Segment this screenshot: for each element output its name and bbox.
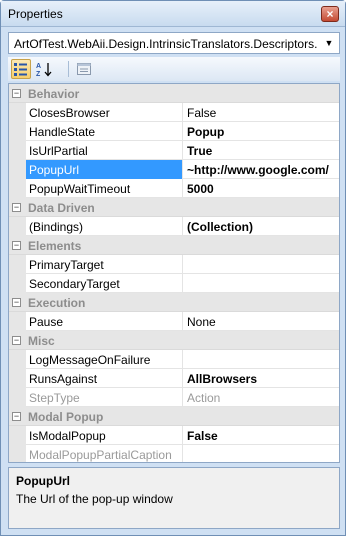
row-gutter [9, 350, 26, 369]
svg-text:Z: Z [36, 71, 41, 78]
window-title: Properties [8, 7, 63, 21]
category-label: Modal Popup [28, 410, 104, 424]
collapse-icon[interactable]: − [12, 241, 21, 250]
collapse-icon[interactable]: − [12, 89, 21, 98]
property-row[interactable]: ModalPopupPartialCaption [9, 445, 339, 462]
category-row[interactable]: − Elements [9, 236, 339, 255]
title-bar[interactable]: Properties × [1, 1, 345, 27]
property-row[interactable]: ClosesBrowser False [9, 103, 339, 122]
row-gutter [9, 445, 26, 462]
row-gutter [9, 103, 26, 122]
description-title: PopupUrl [16, 474, 70, 488]
property-value[interactable] [184, 255, 339, 274]
row-gutter [9, 255, 26, 274]
category-row[interactable]: − Modal Popup [9, 407, 339, 426]
property-value[interactable]: False [184, 103, 339, 122]
property-name[interactable]: ModalPopupPartialCaption [26, 445, 183, 462]
property-value[interactable]: AllBrowsers [184, 369, 339, 388]
property-row[interactable]: HandleState Popup [9, 122, 339, 141]
chevron-down-icon[interactable]: ▼ [321, 35, 337, 51]
property-name[interactable]: (Bindings) [26, 217, 183, 236]
property-value[interactable]: None [184, 312, 339, 331]
category-label: Behavior [28, 87, 80, 101]
property-row[interactable]: IsModalPopup False [9, 426, 339, 445]
property-row[interactable]: Pause None [9, 312, 339, 331]
property-name[interactable]: IsModalPopup [26, 426, 183, 445]
row-gutter [9, 369, 26, 388]
collapse-icon[interactable]: − [12, 203, 21, 212]
row-gutter [9, 388, 26, 407]
row-gutter [9, 141, 26, 160]
property-value[interactable] [184, 350, 339, 369]
row-gutter [9, 160, 26, 179]
row-gutter [9, 426, 26, 445]
object-selector-value: ArtOfTest.WebAii.Design.IntrinsicTransla… [14, 37, 317, 51]
properties-window: Properties × ArtOfTest.WebAii.Design.Int… [0, 0, 346, 536]
property-row[interactable]: PopupWaitTimeout 5000 [9, 179, 339, 198]
property-name[interactable]: ClosesBrowser [26, 103, 183, 122]
property-row[interactable]: LogMessageOnFailure [9, 350, 339, 369]
category-row[interactable]: − Execution [9, 293, 339, 312]
svg-text:A: A [36, 63, 41, 70]
description-panel: PopupUrl The Url of the pop-up window [8, 467, 340, 529]
row-gutter [9, 122, 26, 141]
property-name[interactable]: PopupWaitTimeout [26, 179, 183, 198]
property-grid: − Behavior ClosesBrowser False HandleState Po… [8, 83, 340, 463]
categorized-button[interactable] [11, 59, 31, 79]
property-toolbar: A Z [8, 57, 340, 81]
property-row[interactable]: (Bindings) (Collection) [9, 217, 339, 236]
property-value[interactable]: False [184, 426, 339, 445]
close-button[interactable]: × [321, 6, 339, 22]
property-value[interactable]: Popup [184, 122, 339, 141]
row-gutter [9, 179, 26, 198]
property-value[interactable]: 5000 [184, 179, 339, 198]
category-label: Execution [28, 296, 86, 310]
property-name[interactable]: IsUrlPartial [26, 141, 183, 160]
property-value [184, 445, 339, 462]
property-row[interactable]: SecondaryTarget [9, 274, 339, 293]
category-row[interactable]: − Behavior [9, 84, 339, 103]
category-label: Elements [28, 239, 82, 253]
category-label: Data Driven [28, 201, 95, 215]
description-text: The Url of the pop-up window [16, 492, 173, 506]
property-name[interactable]: HandleState [26, 122, 183, 141]
property-value[interactable]: (Collection) [184, 217, 339, 236]
property-row[interactable]: PopupUrl ~http://www.google.com/ [9, 160, 339, 179]
close-icon: × [326, 7, 334, 21]
property-value[interactable] [184, 274, 339, 293]
property-row[interactable]: RunsAgainst AllBrowsers [9, 369, 339, 388]
property-name[interactable]: StepType [26, 388, 183, 407]
alphabetical-button[interactable]: A Z [34, 59, 54, 79]
property-name[interactable]: LogMessageOnFailure [26, 350, 183, 369]
collapse-icon[interactable]: − [12, 336, 21, 345]
categorized-icon [14, 63, 27, 76]
property-name[interactable]: PrimaryTarget [26, 255, 183, 274]
property-row[interactable]: PrimaryTarget [9, 255, 339, 274]
collapse-icon[interactable]: − [12, 298, 21, 307]
collapse-icon[interactable]: − [12, 412, 21, 421]
category-row[interactable]: − Misc [9, 331, 339, 350]
property-value: Action [187, 391, 221, 405]
alphabetical-icon: A Z [36, 63, 52, 78]
row-gutter [9, 274, 26, 293]
row-gutter [9, 217, 26, 236]
category-label: Misc [28, 334, 55, 348]
toolbar-separator [68, 61, 69, 77]
property-value[interactable]: ~http://www.google.com/ [184, 160, 339, 179]
object-selector-combo[interactable]: ArtOfTest.WebAii.Design.IntrinsicTransla… [8, 32, 340, 54]
category-row[interactable]: − Data Driven [9, 198, 339, 217]
property-row[interactable]: IsUrlPartial True [9, 141, 339, 160]
property-pages-icon [77, 63, 91, 75]
property-name[interactable]: Pause [26, 312, 183, 331]
row-gutter [9, 312, 26, 331]
property-name[interactable]: SecondaryTarget [26, 274, 183, 293]
property-name[interactable]: RunsAgainst [26, 369, 183, 388]
property-name[interactable]: PopupUrl [26, 160, 183, 179]
property-value[interactable]: True [184, 141, 339, 160]
property-row[interactable]: StepType Action [9, 388, 339, 407]
property-pages-button[interactable] [74, 59, 94, 79]
